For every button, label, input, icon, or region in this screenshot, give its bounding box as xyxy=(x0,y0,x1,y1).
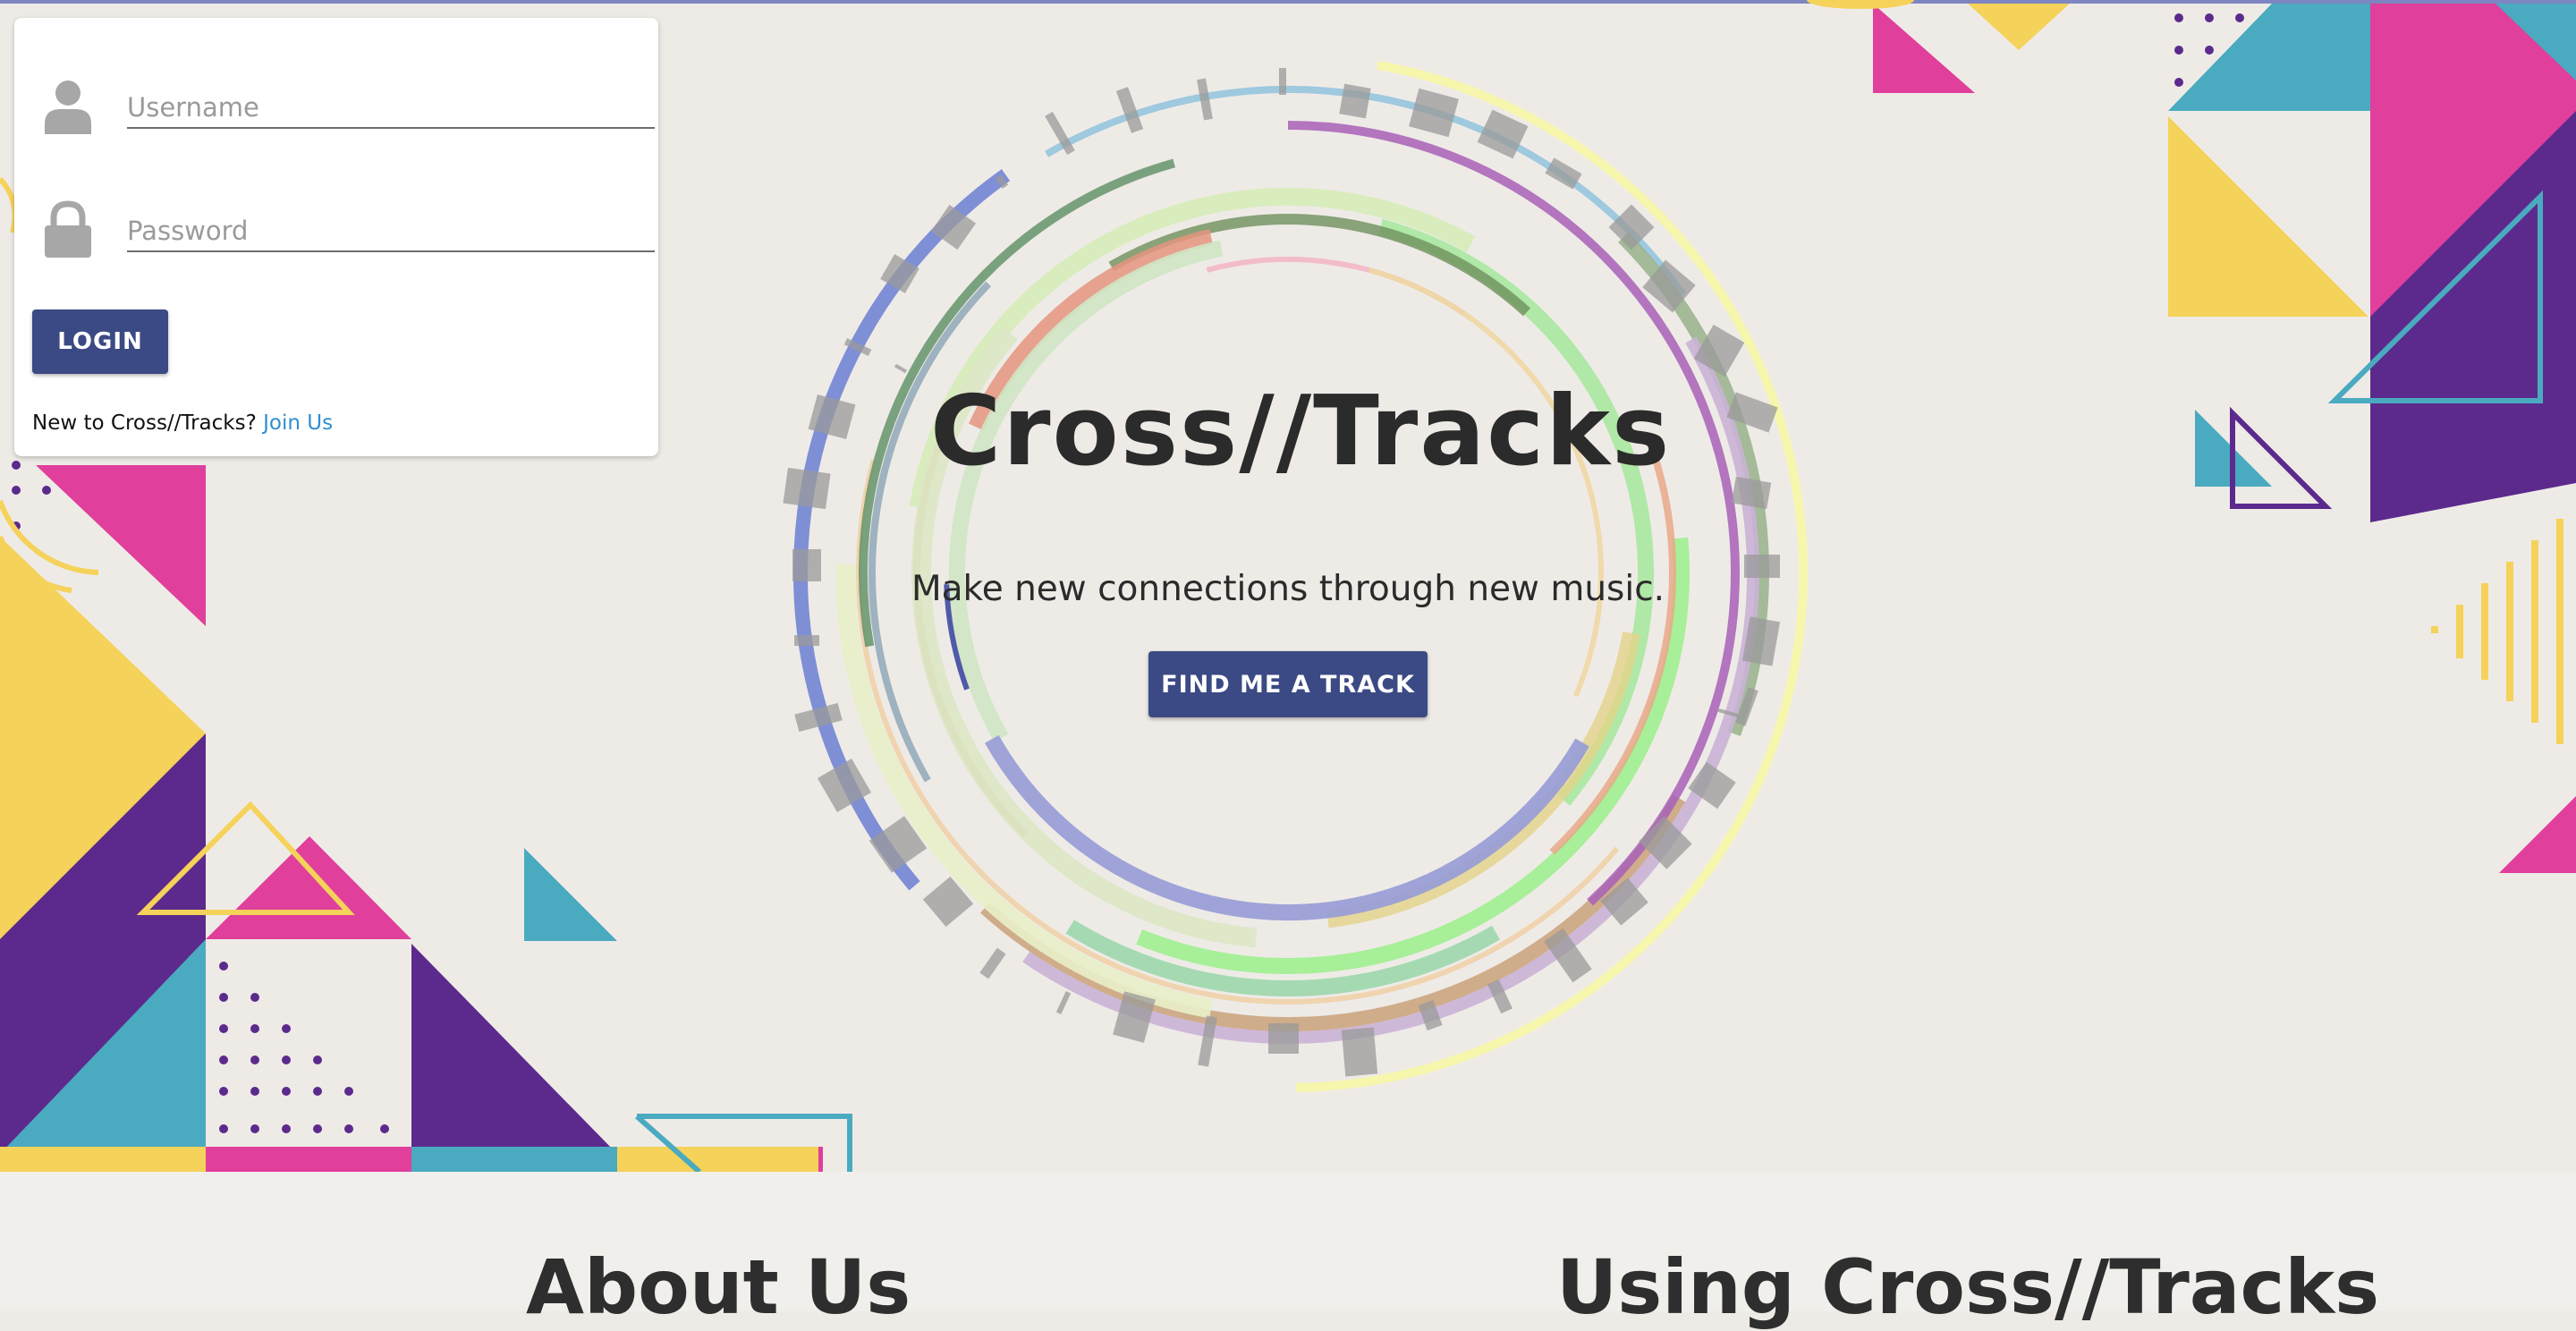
user-icon xyxy=(45,81,91,134)
about-us-heading: About Us xyxy=(526,1243,911,1331)
lock-icon xyxy=(45,200,91,258)
join-us-link[interactable]: Join Us xyxy=(263,411,333,435)
app-title: Cross//Tracks xyxy=(930,376,1672,487)
using-heading: Using Cross//Tracks xyxy=(1556,1243,2380,1331)
app-tagline: Make new connections through new music. xyxy=(911,569,1665,609)
password-input[interactable] xyxy=(127,211,655,252)
username-input[interactable] xyxy=(127,88,655,129)
signup-line: New to Cross//Tracks? Join Us xyxy=(32,411,333,435)
password-row xyxy=(30,184,657,265)
signup-prompt: New to Cross//Tracks? xyxy=(32,411,257,435)
login-button[interactable]: LOGIN xyxy=(32,309,168,374)
find-track-button[interactable]: FIND ME A TRACK xyxy=(1148,651,1428,717)
username-row xyxy=(30,61,657,141)
login-card: LOGIN New to Cross//Tracks? Join Us xyxy=(14,18,658,456)
